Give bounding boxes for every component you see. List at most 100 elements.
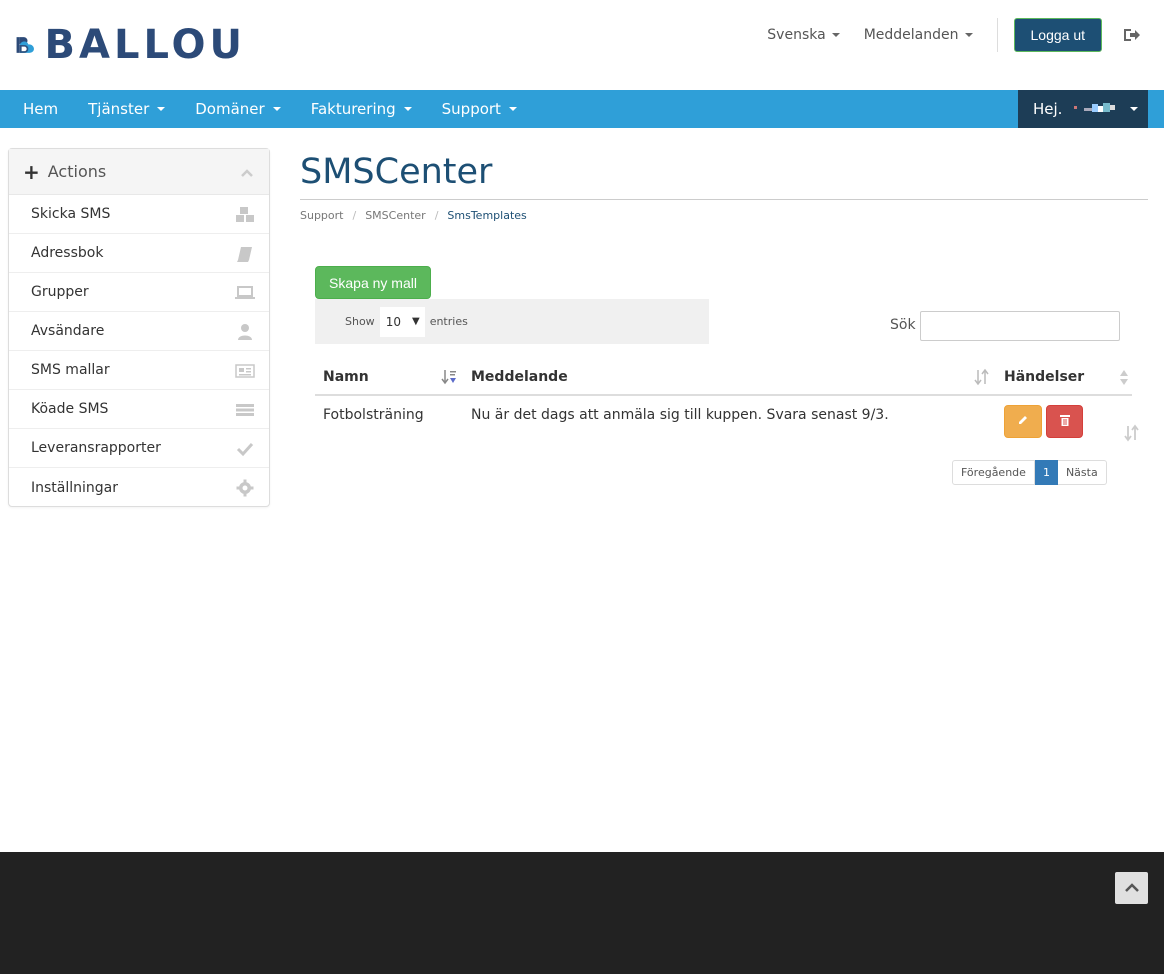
trash-icon — [1059, 415, 1070, 426]
sidebar-item-leveransrapporter[interactable]: Leveransrapporter — [9, 429, 269, 468]
caret-down-icon — [964, 33, 973, 37]
nav-item-label: Tjänster — [88, 100, 150, 118]
search-label: Sök — [890, 317, 916, 333]
nav-item-label: Fakturering — [310, 100, 396, 118]
entries-length-control: Show 10 ▼ entries — [315, 299, 709, 344]
caret-down-icon — [403, 107, 412, 111]
list-icon — [236, 404, 254, 416]
column-header-namn[interactable]: Namn — [323, 369, 369, 385]
sign-out-icon[interactable] — [1122, 26, 1140, 44]
pagination: Föregående 1 Nästa — [952, 460, 1107, 485]
sidebar-item-sms-mallar[interactable]: SMS mallar — [9, 351, 269, 390]
entries-select[interactable]: 10 ▼ — [379, 306, 425, 337]
nav-item-fakturering[interactable]: Fakturering — [296, 90, 427, 128]
nav-item-label: Domäner — [195, 100, 265, 118]
user-greeting: Hej. — [1033, 100, 1063, 118]
page-title: SMSCenter — [300, 152, 493, 192]
sidebar-item-skicka-sms[interactable]: Skicka SMS — [9, 195, 269, 234]
caret-down-icon — [831, 33, 840, 37]
chevron-up-icon — [1124, 883, 1139, 892]
sidebar-item-label: SMS mallar — [31, 362, 110, 378]
language-label: Svenska — [767, 27, 826, 43]
user-menu[interactable]: Hej. — [1018, 90, 1148, 128]
notifications-dropdown[interactable]: Meddelanden — [864, 27, 973, 43]
sidebar-item-label: Avsändare — [31, 323, 105, 339]
caret-down-icon — [272, 107, 281, 111]
logout-button[interactable]: Logga ut — [1013, 18, 1102, 52]
brand-logo[interactable]: BALLOU — [16, 14, 246, 76]
sidebar-item-installningar[interactable]: Inställningar — [9, 468, 269, 507]
table-row: Fotbolsträning Nu är det dags att anmäla… — [315, 396, 1132, 438]
sidebar-item-koade-sms[interactable]: Köade SMS — [9, 390, 269, 429]
entries-label: entries — [429, 315, 468, 328]
column-header-meddelande[interactable]: Meddelande — [471, 369, 568, 385]
cubes-icon — [236, 207, 254, 222]
pagination-page-1[interactable]: 1 — [1034, 460, 1058, 485]
entries-value: 10 — [385, 314, 401, 329]
pagination-previous[interactable]: Föregående — [952, 460, 1035, 485]
footer — [0, 852, 1164, 974]
language-dropdown[interactable]: Svenska — [767, 27, 840, 43]
breadcrumb-smscenter[interactable]: SMSCenter — [365, 209, 425, 222]
nav-item-tjanster[interactable]: Tjänster — [73, 90, 180, 128]
user-name-image-icon — [1074, 103, 1116, 112]
sidebar-item-avsandare[interactable]: Avsändare — [9, 312, 269, 351]
table-header: Namn Meddelande Händelser — [315, 360, 1132, 396]
create-template-button[interactable]: Skapa ny mall — [315, 266, 431, 299]
header: BALLOU Svenska Meddelanden Logga ut — [0, 0, 1164, 90]
sort-both-icon[interactable] — [974, 368, 990, 386]
sidebar-item-label: Grupper — [31, 284, 89, 300]
sidebar-item-label: Köade SMS — [31, 401, 109, 417]
user-icon — [238, 324, 252, 340]
caret-down-icon — [508, 107, 517, 111]
nav-item-label: Hem — [23, 100, 59, 118]
nav-item-domaner[interactable]: Domäner — [180, 90, 295, 128]
nav-item-hem[interactable]: Hem — [8, 90, 73, 128]
notifications-label: Meddelanden — [863, 27, 959, 43]
nav-item-support[interactable]: Support — [427, 90, 532, 128]
show-label: Show — [345, 315, 375, 328]
sidebar-item-label: Leveransrapporter — [31, 440, 161, 456]
sort-both-icon[interactable] — [1116, 368, 1132, 386]
gear-icon — [236, 479, 254, 497]
actions-panel-header[interactable]: + Actions — [9, 149, 269, 195]
caret-down-icon — [157, 107, 166, 111]
dropdown-arrow-icon: ▼ — [411, 315, 420, 327]
template-name-cell: Fotbolsträning — [323, 407, 424, 423]
edit-button[interactable] — [1004, 405, 1042, 438]
sidebar-item-adressbok[interactable]: Adressbok — [9, 234, 269, 273]
divider — [996, 18, 998, 52]
pencil-icon — [1019, 416, 1027, 424]
templates-table: Namn Meddelande Händelser Fotbolsträning… — [315, 360, 1132, 438]
main-navbar: Hem Tjänster Domäner Fakturering Support… — [0, 90, 1164, 128]
sidebar-item-grupper[interactable]: Grupper — [9, 273, 269, 312]
back-to-top-button[interactable] — [1115, 872, 1148, 904]
sort-desc-icon[interactable] — [441, 368, 457, 386]
plus-icon: + — [23, 159, 40, 184]
sidebar-item-label: Skicka SMS — [31, 206, 111, 222]
brand-name: BALLOU — [44, 22, 246, 68]
check-icon — [236, 442, 254, 457]
actions-panel: + Actions Skicka SMS Adressbok Grupper A… — [8, 148, 270, 507]
newspaper-icon — [235, 364, 255, 378]
sidebar-item-label: Inställningar — [31, 479, 119, 496]
search-input[interactable] — [920, 311, 1120, 341]
breadcrumb-support[interactable]: Support — [300, 209, 343, 222]
column-header-handelser[interactable]: Händelser — [1004, 369, 1084, 385]
breadcrumb-separator: / — [434, 209, 439, 222]
nav-item-label: Support — [441, 100, 501, 118]
divider — [300, 199, 1148, 200]
template-message-cell: Nu är det dags att anmäla sig till kuppe… — [471, 407, 889, 423]
delete-button[interactable] — [1046, 405, 1083, 438]
breadcrumb-current[interactable]: SmsTemplates — [447, 209, 526, 222]
laptop-icon — [235, 286, 255, 299]
sidebar-item-label: Adressbok — [31, 245, 104, 261]
breadcrumb: Support / SMSCenter / SmsTemplates — [300, 209, 527, 222]
breadcrumb-separator: / — [352, 209, 357, 222]
book-icon — [237, 247, 252, 262]
ballou-logo-icon — [16, 37, 34, 53]
pagination-next[interactable]: Nästa — [1057, 460, 1107, 485]
sort-both-icon[interactable] — [1124, 424, 1140, 442]
chevron-up-icon[interactable] — [241, 167, 253, 179]
actions-panel-title: Actions — [47, 162, 107, 181]
